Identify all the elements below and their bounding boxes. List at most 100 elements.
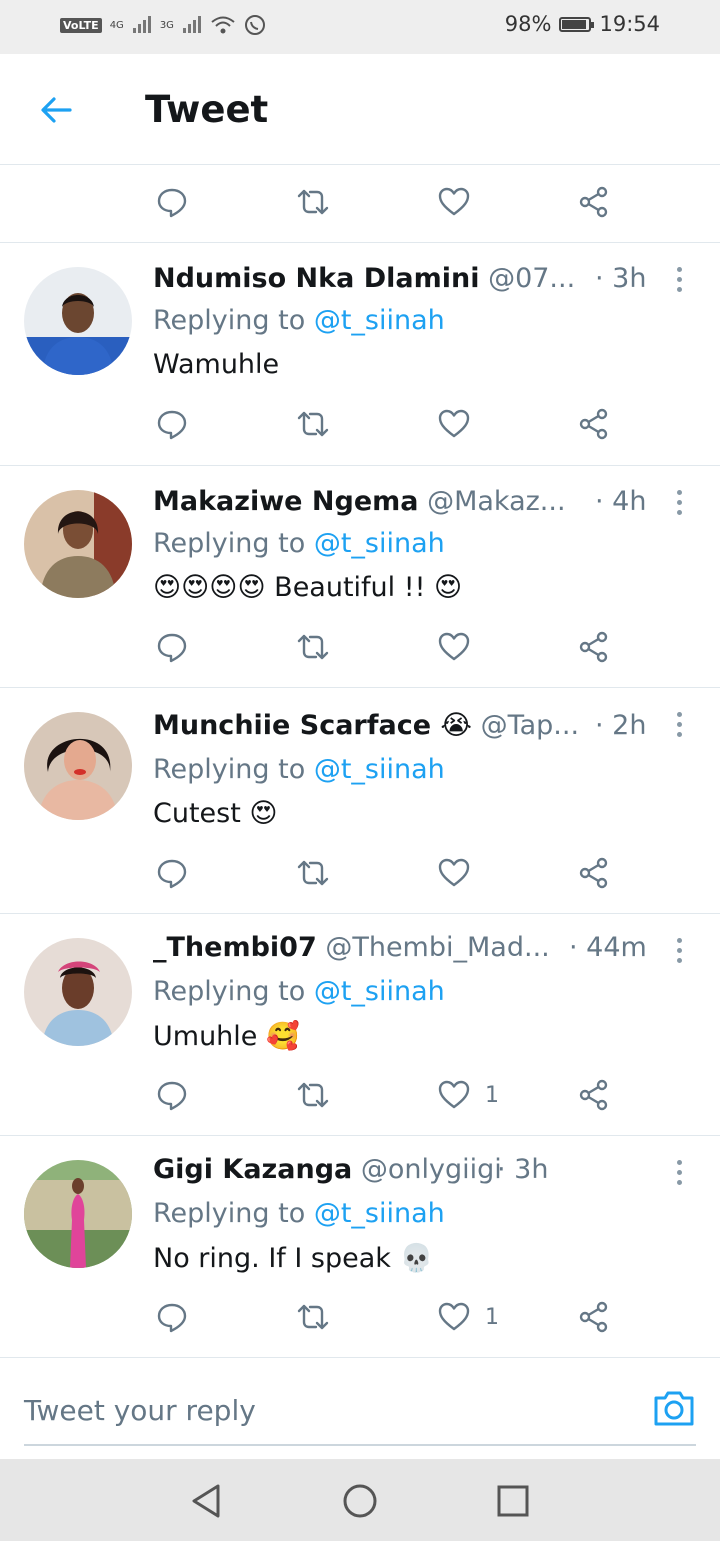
- status-bar: VoLTE 4G 3G 98% 19:54: [0, 0, 720, 54]
- battery-icon: [559, 16, 595, 32]
- retweet-button[interactable]: [296, 1078, 330, 1112]
- like-button[interactable]: [437, 407, 471, 441]
- reply-bar: Tweet your reply: [0, 1360, 720, 1460]
- reply-button[interactable]: [155, 1078, 189, 1112]
- avatar[interactable]: [24, 712, 132, 820]
- share-button[interactable]: [577, 630, 611, 664]
- like-button[interactable]: 1: [437, 1078, 499, 1112]
- volte-indicator: VoLTE: [60, 17, 102, 33]
- mention-link[interactable]: @t_siinah: [314, 305, 445, 336]
- tweet-header: _Thembi07 @Thembi_Mad... · 44m: [153, 932, 693, 972]
- tweet-time: · 44m: [569, 932, 647, 963]
- reply-button[interactable]: [155, 407, 189, 441]
- retweet-icon: [297, 1082, 329, 1108]
- reply-icon: [157, 859, 187, 889]
- retweet-icon: [297, 860, 329, 886]
- more-options-icon[interactable]: [672, 1160, 686, 1190]
- share-button[interactable]: [577, 407, 611, 441]
- tweet-header: Ndumiso Nka Dlamini @07... · 3h: [153, 263, 693, 303]
- tweet-text: No ring. If I speak 💀: [153, 1243, 434, 1274]
- heart-icon: [438, 1080, 470, 1109]
- heart-icon: [438, 858, 470, 887]
- tweet-actions: 1: [0, 1282, 720, 1352]
- retweet-icon: [297, 1304, 329, 1330]
- tweet-header: Munchiie Scarface 😭 @Tap... · 2h: [153, 710, 693, 750]
- reply-icon: [157, 1081, 187, 1111]
- mention-link[interactable]: @t_siinah: [314, 1198, 445, 1229]
- reply-button[interactable]: [155, 1300, 189, 1334]
- replying-to-label: Replying to: [153, 754, 314, 785]
- display-name[interactable]: Ndumiso Nka Dlamini: [153, 263, 479, 294]
- like-button[interactable]: 1: [437, 1300, 499, 1334]
- share-icon: [579, 1079, 608, 1111]
- avatar[interactable]: [24, 267, 132, 375]
- retweet-button[interactable]: [296, 630, 330, 664]
- mention-link[interactable]: @t_siinah: [314, 754, 445, 785]
- nav-recents-icon[interactable]: [493, 1481, 533, 1521]
- avatar[interactable]: [24, 490, 132, 598]
- tweet-actions: 1: [0, 1060, 720, 1130]
- whatsapp-icon: [244, 15, 265, 35]
- signal-icon: [182, 16, 201, 33]
- display-name[interactable]: _Thembi07: [153, 932, 317, 963]
- retweet-button[interactable]: [296, 856, 330, 890]
- tweet-text: Wamuhle: [153, 349, 280, 380]
- more-options-icon[interactable]: [672, 490, 686, 520]
- avatar[interactable]: [24, 938, 132, 1046]
- back-arrow-icon[interactable]: [36, 90, 76, 130]
- more-options-icon[interactable]: [672, 938, 686, 968]
- share-button[interactable]: [577, 1078, 611, 1112]
- replying-to: Replying to @t_siinah: [153, 305, 445, 336]
- display-name[interactable]: Makaziwe Ngema: [153, 486, 418, 517]
- retweet-button[interactable]: [296, 185, 330, 219]
- reply-button[interactable]: [155, 185, 189, 219]
- share-button[interactable]: [577, 1300, 611, 1334]
- status-left: VoLTE 4G 3G: [60, 14, 266, 36]
- reply-tweet[interactable]: Gigi Kazanga @onlygiigi · 3h Replying to…: [0, 1136, 720, 1358]
- replying-to: Replying to @t_siinah: [153, 1198, 445, 1229]
- signal-icon: [132, 16, 151, 33]
- display-name[interactable]: Gigi Kazanga: [153, 1154, 352, 1185]
- tweet-text: 😍😍😍😍 Beautiful !! 😍: [153, 572, 463, 603]
- more-options-icon[interactable]: [672, 712, 686, 742]
- reply-input[interactable]: Tweet your reply: [24, 1390, 696, 1446]
- reply-tweet[interactable]: Makaziwe Ngema @Makaz... · 4h Replying t…: [0, 466, 720, 688]
- like-button[interactable]: [437, 630, 471, 664]
- retweet-button[interactable]: [296, 1300, 330, 1334]
- replying-to: Replying to @t_siinah: [153, 976, 445, 1007]
- tweet-text: Cutest 😍: [153, 798, 278, 829]
- heart-icon: [438, 1302, 470, 1331]
- tweet-actions: [0, 838, 720, 908]
- mention-link[interactable]: @t_siinah: [314, 976, 445, 1007]
- like-button[interactable]: [437, 185, 471, 219]
- replying-to-label: Replying to: [153, 528, 314, 559]
- mention-link[interactable]: @t_siinah: [314, 528, 445, 559]
- reply-icon: [157, 188, 187, 218]
- heart-icon: [438, 409, 470, 438]
- tweet-header: Gigi Kazanga @onlygiigi · 3h: [153, 1154, 693, 1194]
- tweet-time: · 4h: [595, 486, 647, 517]
- reply-button[interactable]: [155, 630, 189, 664]
- nav-back-icon[interactable]: [186, 1481, 226, 1521]
- nav-home-icon[interactable]: [340, 1481, 380, 1521]
- wifi-icon: [211, 16, 235, 34]
- reply-icon: [157, 633, 187, 663]
- reply-tweet[interactable]: Munchiie Scarface 😭 @Tap... · 2h Replyin…: [0, 688, 720, 914]
- reply-tweet[interactable]: _Thembi07 @Thembi_Mad... · 44m Replying …: [0, 914, 720, 1136]
- reply-tweet[interactable]: Ndumiso Nka Dlamini @07... · 3h Replying…: [0, 243, 720, 465]
- reply-button[interactable]: [155, 856, 189, 890]
- share-button[interactable]: [577, 185, 611, 219]
- heart-icon: [438, 187, 470, 216]
- reply-icon: [157, 1303, 187, 1333]
- tweet-text: Umuhle 🥰: [153, 1021, 300, 1052]
- more-options-icon[interactable]: [672, 267, 686, 297]
- replying-to: Replying to @t_siinah: [153, 528, 445, 559]
- like-button[interactable]: [437, 856, 471, 890]
- display-name[interactable]: Munchiie Scarface 😭: [153, 710, 472, 741]
- retweet-button[interactable]: [296, 407, 330, 441]
- user-handle: @Tap...: [480, 710, 580, 741]
- avatar[interactable]: [24, 1160, 132, 1268]
- tweet-header: Makaziwe Ngema @Makaz... · 4h: [153, 486, 693, 526]
- share-button[interactable]: [577, 856, 611, 890]
- camera-icon[interactable]: [652, 1388, 696, 1428]
